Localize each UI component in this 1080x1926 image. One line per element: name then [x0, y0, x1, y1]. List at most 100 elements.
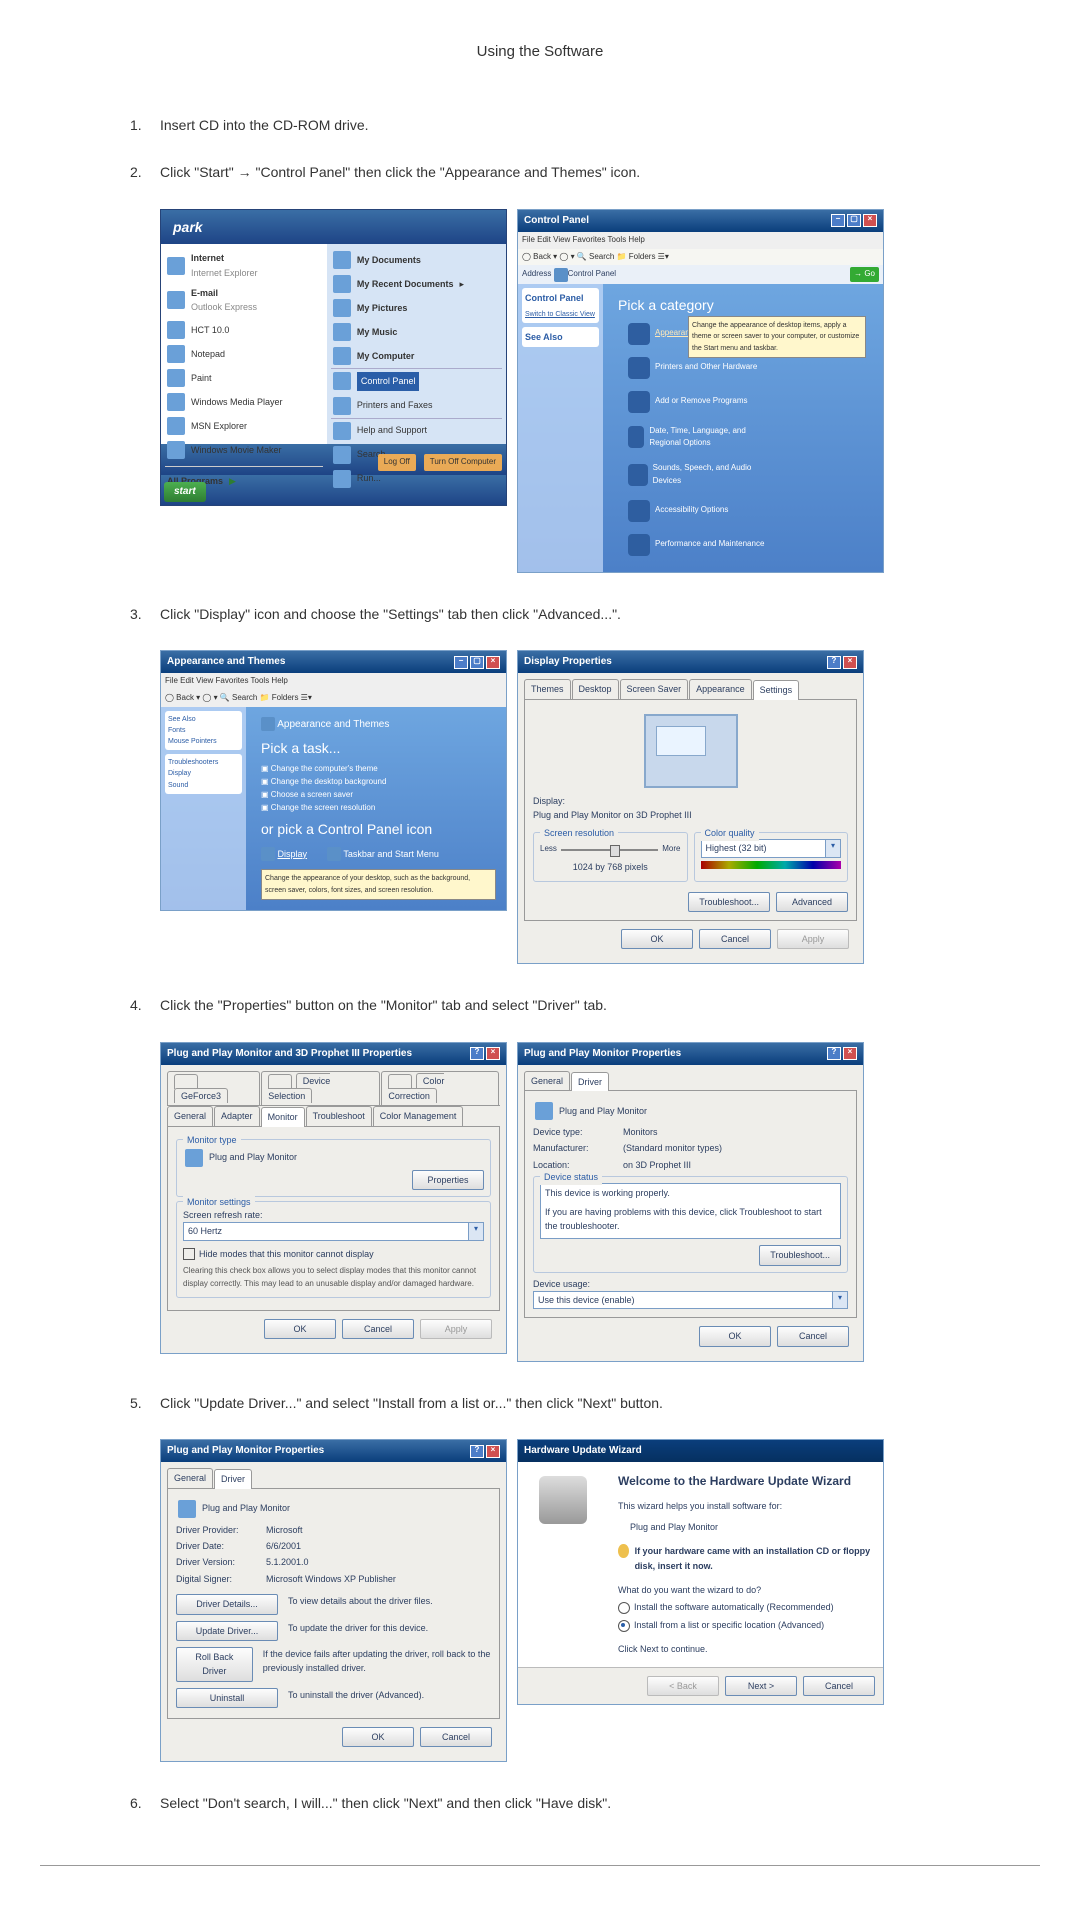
taskbar-icon-link[interactable]: Taskbar and Start Menu — [327, 847, 439, 862]
advanced-button[interactable]: Advanced — [776, 892, 848, 912]
tab-screensaver[interactable]: Screen Saver — [620, 679, 689, 698]
close-icon[interactable]: × — [486, 1445, 500, 1458]
tab[interactable]: Color Correction — [381, 1071, 499, 1106]
close-icon[interactable]: × — [843, 656, 857, 669]
step-6: 6.Select "Don't search, I will..." then … — [160, 1792, 1020, 1814]
task-link[interactable]: ▣ Change the desktop background — [261, 776, 496, 789]
search-icon — [333, 446, 351, 464]
go-icon[interactable]: → Go — [850, 267, 879, 282]
close-icon[interactable]: × — [843, 1047, 857, 1060]
ok-button[interactable]: OK — [621, 929, 693, 949]
task-link[interactable]: ▣ Change the screen resolution — [261, 802, 496, 815]
properties-button[interactable]: Properties — [412, 1170, 484, 1190]
tab[interactable]: Troubleshoot — [306, 1106, 372, 1125]
taskbar-icon — [327, 847, 341, 861]
slider-more: More — [662, 843, 680, 856]
color-quality-select[interactable]: Highest (32 bit)▾ — [701, 839, 842, 857]
minimize-icon[interactable]: − — [454, 656, 468, 669]
tab-driver[interactable]: Driver — [214, 1469, 252, 1488]
cat-addremove[interactable]: Add or Remove Programs — [628, 391, 768, 413]
cat-sound[interactable]: Sounds, Speech, and Audio Devices — [628, 462, 768, 488]
screenshot-device-general: Plug and Play Monitor Properties ?× Gene… — [517, 1042, 864, 1362]
switch-view-link[interactable]: Switch to Classic View — [525, 311, 595, 318]
troubleshoot-button[interactable]: Troubleshoot... — [759, 1245, 841, 1265]
screenshot-hardware-wizard: Hardware Update Wizard Welcome to the Ha… — [517, 1439, 884, 1705]
task-link[interactable]: ▣ Choose a screen saver — [261, 789, 496, 802]
cat-region[interactable]: Date, Time, Language, and Regional Optio… — [628, 425, 768, 451]
help-icon[interactable]: ? — [827, 1047, 841, 1060]
tab-general[interactable]: General — [167, 1468, 213, 1487]
tab-general[interactable]: General — [524, 1071, 570, 1090]
tab[interactable]: Adapter — [214, 1106, 260, 1125]
window-title: Control Panel — [524, 213, 589, 229]
uninstall-button[interactable]: Uninstall — [176, 1688, 278, 1708]
ok-button[interactable]: OK — [699, 1326, 771, 1346]
minimize-icon[interactable]: − — [831, 214, 845, 227]
cancel-button[interactable]: Cancel — [777, 1326, 849, 1346]
cancel-button[interactable]: Cancel — [699, 929, 771, 949]
cat-printers[interactable]: Printers and Other Hardware — [628, 357, 768, 379]
turnoff-button[interactable]: Turn Off Computer — [424, 454, 502, 471]
cancel-button[interactable]: Cancel — [803, 1676, 875, 1696]
radio-auto[interactable]: Install the software automatically (Reco… — [618, 1600, 873, 1614]
tab-settings[interactable]: Settings — [753, 680, 800, 699]
cat-access[interactable]: Accessibility Options — [628, 500, 768, 522]
tab-appearance[interactable]: Appearance — [689, 679, 752, 698]
help-icon[interactable]: ? — [827, 656, 841, 669]
menubar: File Edit View Favorites Tools Help — [518, 232, 883, 249]
start-button[interactable]: start — [164, 482, 206, 502]
ok-button[interactable]: OK — [264, 1319, 336, 1339]
close-icon[interactable]: × — [486, 656, 500, 669]
tab[interactable]: Device Selection — [261, 1071, 380, 1106]
control-panel-link[interactable]: Control Panel — [357, 372, 420, 390]
radio-icon — [618, 1602, 630, 1614]
ok-button[interactable]: OK — [342, 1727, 414, 1747]
device-usage-select[interactable]: Use this device (enable)▾ — [533, 1291, 848, 1309]
refresh-select[interactable]: 60 Hertz▾ — [183, 1222, 484, 1240]
wizard-continue: Click Next to continue. — [618, 1642, 873, 1656]
nv-icon — [174, 1074, 198, 1089]
display-icon-link[interactable]: Display — [261, 847, 307, 862]
logoff-button[interactable]: Log Off — [378, 454, 416, 471]
troubleshoot-button[interactable]: Troubleshoot... — [688, 892, 770, 912]
window-title: Appearance and Themes — [167, 654, 285, 670]
tab-driver[interactable]: Driver — [571, 1072, 609, 1091]
close-icon[interactable]: × — [863, 214, 877, 227]
maximize-icon[interactable]: ▢ — [470, 656, 484, 669]
rollback-driver-button[interactable]: Roll Back Driver — [176, 1647, 253, 1682]
run-icon — [333, 470, 351, 488]
tab-monitor[interactable]: Monitor — [261, 1107, 305, 1126]
help-icon[interactable]: ? — [470, 1445, 484, 1458]
resolution-slider[interactable] — [561, 849, 658, 851]
tab[interactable]: Color Management — [373, 1106, 464, 1125]
next-button[interactable]: Next > — [725, 1676, 797, 1696]
wizard-intro: This wizard helps you install software f… — [618, 1499, 873, 1513]
task-link[interactable]: ▣ Change the computer's theme — [261, 763, 496, 776]
display-label: Display: — [533, 794, 848, 808]
label: My Recent Documents — [357, 277, 454, 291]
tab-desktop[interactable]: Desktop — [572, 679, 619, 698]
or-pick: or pick a Control Panel icon — [261, 818, 496, 840]
window-title: Hardware Update Wizard — [524, 1443, 642, 1459]
radio-list[interactable]: Install from a list or specific location… — [618, 1618, 873, 1632]
start-menu-user: park — [161, 210, 506, 244]
cat-perf[interactable]: Performance and Maintenance — [628, 534, 768, 556]
region-icon — [628, 426, 644, 448]
label: My Computer — [357, 349, 415, 363]
help-icon[interactable]: ? — [470, 1047, 484, 1060]
cp-sidebar: Control Panel Switch to Classic View See… — [518, 284, 603, 572]
slider-less: Less — [540, 843, 557, 856]
update-driver-button[interactable]: Update Driver... — [176, 1621, 278, 1641]
status-help: If you are having problems with this dev… — [545, 1205, 836, 1234]
hide-modes-checkbox[interactable] — [183, 1248, 195, 1260]
step-num: 4. — [130, 994, 142, 1016]
maximize-icon[interactable]: ▢ — [847, 214, 861, 227]
tab[interactable]: GeForce3 — [167, 1071, 260, 1106]
cancel-button[interactable]: Cancel — [420, 1727, 492, 1747]
desc: To view details about the driver files. — [288, 1594, 433, 1614]
tab[interactable]: General — [167, 1106, 213, 1125]
cancel-button[interactable]: Cancel — [342, 1319, 414, 1339]
tab-themes[interactable]: Themes — [524, 679, 571, 698]
driver-details-button[interactable]: Driver Details... — [176, 1594, 278, 1614]
close-icon[interactable]: × — [486, 1047, 500, 1060]
